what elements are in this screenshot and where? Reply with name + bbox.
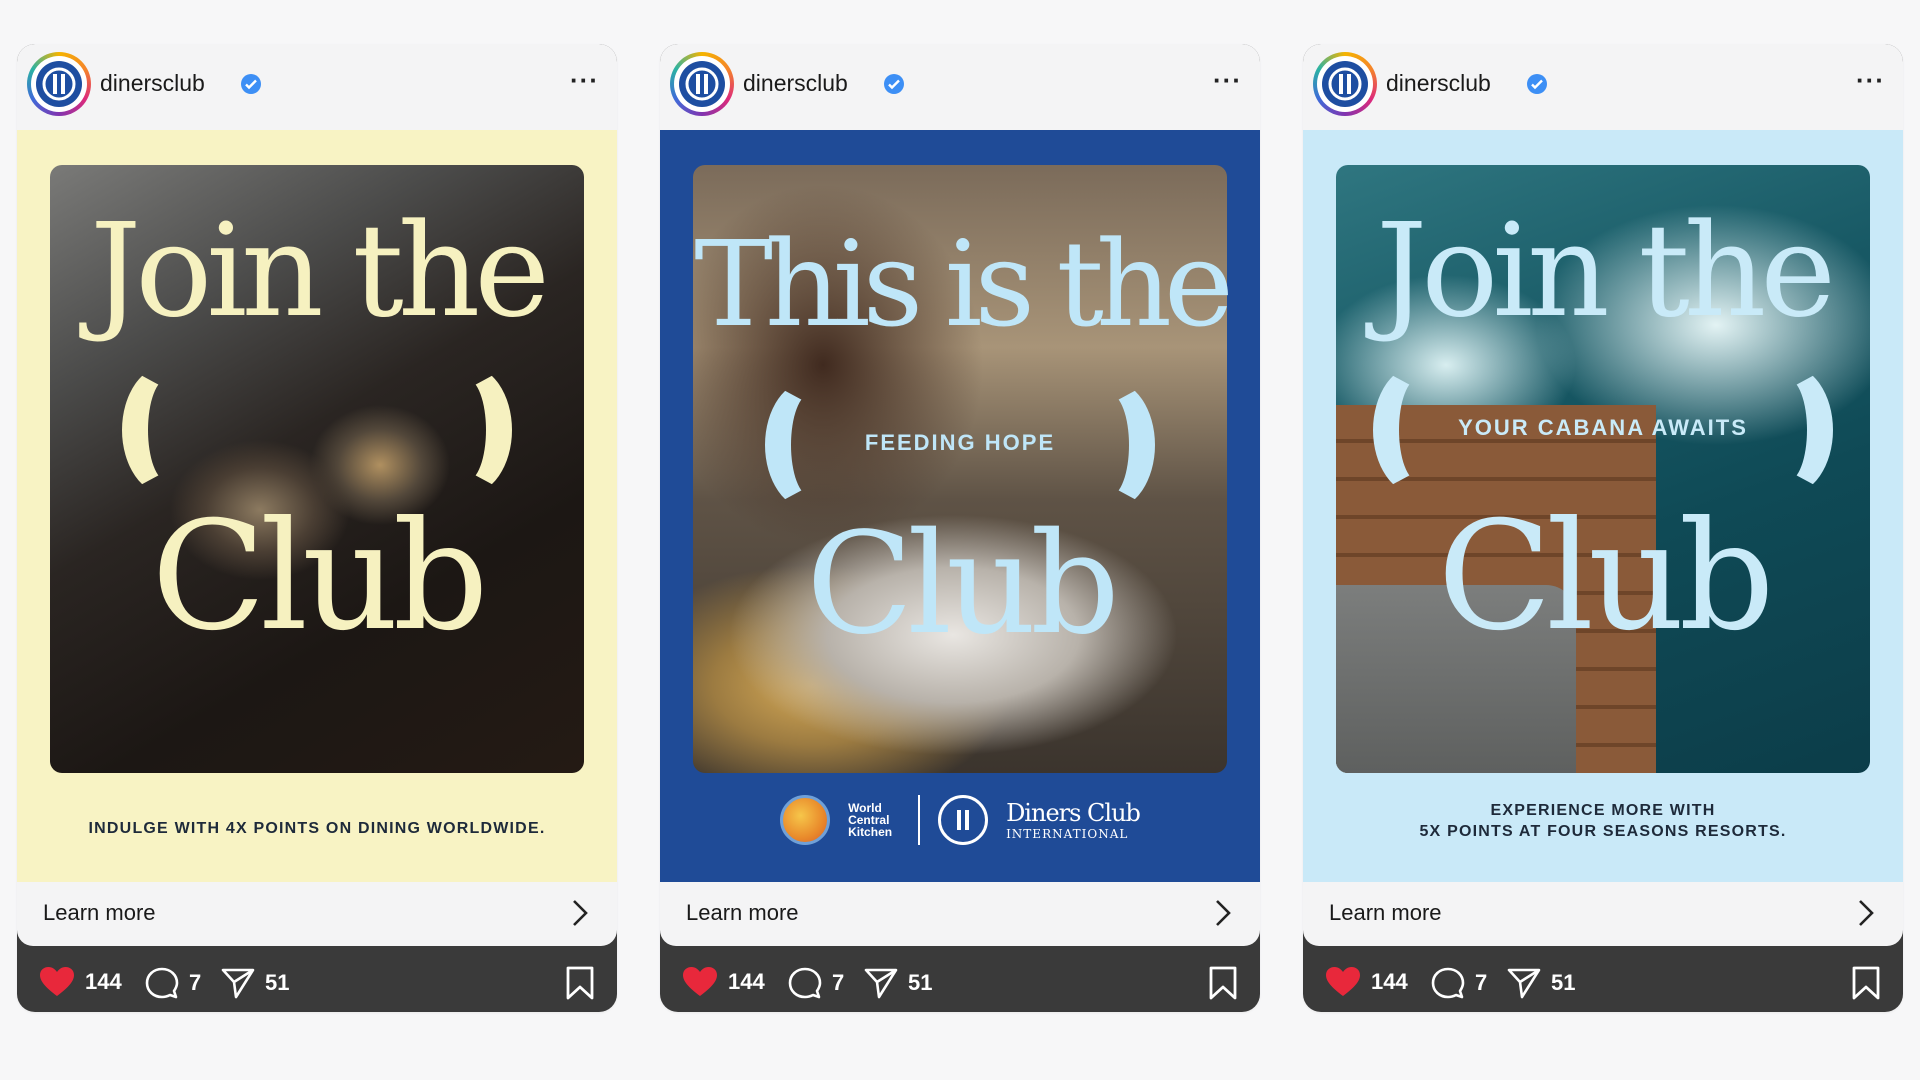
post-header: dinersclub ···: [17, 44, 617, 130]
headline-bottom: Club: [806, 503, 1120, 666]
share-count: 51: [908, 970, 933, 995]
like-button[interactable]: 144: [682, 966, 765, 998]
ad-caption: EXPERIENCE MORE WITH 5X POINTS AT FOUR S…: [1303, 800, 1903, 842]
post-card-1: dinersclub ··· Join the Club INDULGE WIT…: [17, 44, 617, 1012]
comment-count: 7: [189, 970, 202, 995]
caption-line: EXPERIENCE MORE WITH: [1490, 802, 1716, 819]
bookmark-icon[interactable]: [1851, 966, 1881, 1000]
heart-icon: [40, 967, 74, 996]
avatar[interactable]: [27, 52, 91, 116]
photo-tagline: FEEDING HOPE: [864, 430, 1056, 455]
bookmark-icon[interactable]: [565, 966, 595, 1000]
comment-icon: [145, 967, 179, 999]
heart-icon: [683, 967, 717, 996]
comment-icon: [1431, 967, 1465, 999]
cta-label: Learn more: [43, 900, 156, 925]
headline-bottom: Club: [151, 490, 488, 664]
like-count: 144: [1371, 969, 1408, 994]
chevron-right-icon: [1859, 900, 1874, 926]
learn-more-button[interactable]: Learn more: [1303, 882, 1903, 946]
avatar[interactable]: [670, 52, 734, 116]
comment-button[interactable]: 7: [788, 966, 844, 1000]
action-bar: 144 7 51: [1303, 960, 1903, 1006]
send-icon: [221, 968, 255, 999]
comment-button[interactable]: 7: [1431, 966, 1487, 1000]
cta-label: Learn more: [1329, 900, 1442, 925]
username[interactable]: dinersclub: [1386, 70, 1491, 97]
diners-club-wordmark: Diners Club INTERNATIONAL: [1006, 799, 1141, 841]
comment-count: 7: [1475, 970, 1488, 995]
caption-line: INDULGE WITH 4X POINTS ON DINING WORLDWI…: [88, 820, 546, 837]
ad-creative[interactable]: Join the YOUR CABANA AWAITS Club EXPERIE…: [1303, 130, 1903, 882]
heart-icon: [1326, 967, 1360, 996]
headline-top: Join the: [1375, 197, 1836, 346]
comment-count: 7: [832, 970, 845, 995]
partner-logos: World Central Kitchen Diners Club INTERN…: [660, 790, 1260, 850]
divider: [918, 795, 921, 845]
post-card-3: dinersclub ··· Join the YOUR CABANA AWAI…: [1303, 44, 1903, 1012]
comment-icon: [788, 967, 822, 999]
share-count: 51: [1551, 970, 1576, 995]
headline-bottom: Club: [1437, 490, 1774, 664]
post-header: dinersclub ···: [1303, 44, 1903, 130]
ad-creative[interactable]: This is the FEEDING HOPE Club World Cent…: [660, 130, 1260, 882]
share-button[interactable]: 51: [221, 966, 289, 1000]
post-card-2: dinersclub ··· This is the FEEDING HOPE …: [660, 44, 1260, 1012]
learn-more-button[interactable]: Learn more: [660, 882, 1260, 946]
share-button[interactable]: 51: [1507, 966, 1575, 1000]
diners-club-logo-icon: [42, 67, 76, 101]
dc-line1: Diners Club: [1006, 799, 1141, 827]
like-button[interactable]: 144: [39, 966, 122, 998]
cta-label: Learn more: [686, 900, 799, 925]
caption-line: 5X POINTS AT FOUR SEASONS RESORTS.: [1419, 823, 1787, 840]
bracket-right: [422, 365, 512, 495]
verified-badge-icon: [1527, 74, 1547, 94]
photo-tagline: YOUR CABANA AWAITS: [1458, 415, 1748, 440]
learn-more-button[interactable]: Learn more: [17, 882, 617, 946]
dc-line2: INTERNATIONAL: [1006, 827, 1129, 841]
more-options-icon[interactable]: ···: [570, 67, 599, 93]
send-icon: [864, 968, 898, 999]
share-button[interactable]: 51: [864, 966, 932, 1000]
wck-name: World Central Kitchen: [848, 801, 893, 839]
diners-club-logo-icon: [1328, 67, 1362, 101]
username[interactable]: dinersclub: [743, 70, 848, 97]
like-count: 144: [728, 969, 765, 994]
action-bar: 144 7 51: [17, 960, 617, 1006]
username[interactable]: dinersclub: [100, 70, 205, 97]
bookmark-icon[interactable]: [1208, 966, 1238, 1000]
bracket-left: [122, 365, 212, 495]
world-central-kitchen-logo-icon: [780, 795, 831, 845]
headline-top: Join the: [89, 197, 550, 346]
comment-button[interactable]: 7: [145, 966, 201, 1000]
like-button[interactable]: 144: [1325, 966, 1408, 998]
action-bar: 144 7 51: [660, 960, 1260, 1006]
post-header: dinersclub ···: [660, 44, 1260, 130]
diners-club-logo-icon: [685, 67, 719, 101]
ad-feed: dinersclub ··· Join the Club INDULGE WIT…: [0, 0, 1920, 1080]
verified-badge-icon: [241, 74, 261, 94]
chevron-right-icon: [1216, 900, 1231, 926]
more-options-icon[interactable]: ···: [1213, 67, 1242, 93]
avatar[interactable]: [1313, 52, 1377, 116]
verified-badge-icon: [884, 74, 904, 94]
ad-creative[interactable]: Join the Club INDULGE WITH 4X POINTS ON …: [17, 130, 617, 882]
diners-club-logo-icon: [938, 795, 989, 845]
ad-caption: INDULGE WITH 4X POINTS ON DINING WORLDWI…: [17, 820, 617, 838]
share-count: 51: [265, 970, 290, 995]
headline-top: This is the: [694, 215, 1234, 353]
send-icon: [1507, 968, 1541, 999]
more-options-icon[interactable]: ···: [1856, 67, 1885, 93]
like-count: 144: [85, 969, 122, 994]
chevron-right-icon: [573, 900, 588, 926]
